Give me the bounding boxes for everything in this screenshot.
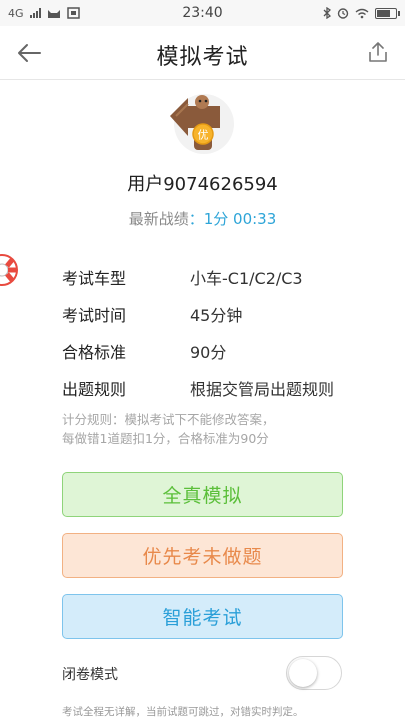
share-icon[interactable] [367, 40, 389, 64]
exam-info: 考试车型 小车-C1/C2/C3 考试时间 45分钟 合格标准 90分 出题规则… [62, 258, 382, 406]
toggle-knob[interactable] [289, 659, 317, 687]
rules-line-1: 计分规则：模拟考试下不能修改答案， [62, 412, 275, 427]
lifebuoy-icon[interactable] [0, 250, 22, 290]
info-key: 出题规则 [62, 379, 127, 399]
latest-record: 最新战绩：1分 00:33 [0, 208, 405, 229]
info-value: 根据交管局出题规则 [190, 379, 335, 399]
page-title: 模拟考试 [156, 45, 249, 70]
info-key: 考试车型 [62, 268, 127, 288]
network-type: 4G [8, 6, 24, 20]
info-key: 合格标准 [62, 342, 127, 362]
info-value: 小车-C1/C2/C3 [190, 268, 303, 288]
exam-footnote: 考试全程无详解，当前试题可跳过，对错实时判定。 [62, 706, 304, 718]
battery-icon [375, 7, 400, 19]
notification-icon [66, 7, 80, 19]
status-right [323, 7, 400, 19]
status-bar: 4G 23:40 [0, 0, 405, 26]
closed-book-toggle[interactable] [286, 656, 342, 690]
closed-book-label: 闭卷模式 [62, 667, 118, 683]
alarm-icon [337, 8, 349, 19]
bluetooth-icon [323, 7, 331, 19]
status-time: 23:40 [182, 5, 223, 21]
info-row-question-rule: 出题规则 根据交管局出题规则 [62, 369, 382, 406]
info-row-exam-time: 考试时间 45分钟 [62, 295, 382, 332]
info-row-pass-standard: 合格标准 90分 [62, 332, 382, 369]
scoring-rules: 计分规则：模拟考试下不能修改答案， 每做错1道题扣1分，合格标准为90分 [62, 410, 362, 448]
smart-exam-button[interactable]: 智能考试 [62, 594, 343, 639]
mascot-badge: 优 [198, 129, 209, 142]
status-left: 4G [8, 7, 80, 20]
real-simulation-button[interactable]: 全真模拟 [62, 472, 343, 517]
signal-icon [29, 8, 41, 18]
cat-icon [47, 10, 60, 18]
mascot-avatar: 优 [170, 94, 234, 154]
unanswered-first-button[interactable]: 优先考未做题 [62, 533, 343, 578]
info-value: 45分钟 [190, 305, 243, 325]
info-row-car-type: 考试车型 小车-C1/C2/C3 [62, 258, 382, 295]
record-label: 最新战绩 [128, 210, 189, 228]
wifi-icon [355, 8, 369, 18]
nav-bar: 模拟考试 [0, 26, 405, 80]
rules-line-2: 每做错1道题扣1分，合格标准为90分 [62, 431, 269, 446]
info-key: 考试时间 [62, 305, 127, 325]
username: 用户9074626594 [127, 174, 278, 195]
info-value: 90分 [190, 342, 227, 362]
record-value: ：1分 00:33 [188, 210, 277, 228]
battery-fill [377, 9, 390, 17]
